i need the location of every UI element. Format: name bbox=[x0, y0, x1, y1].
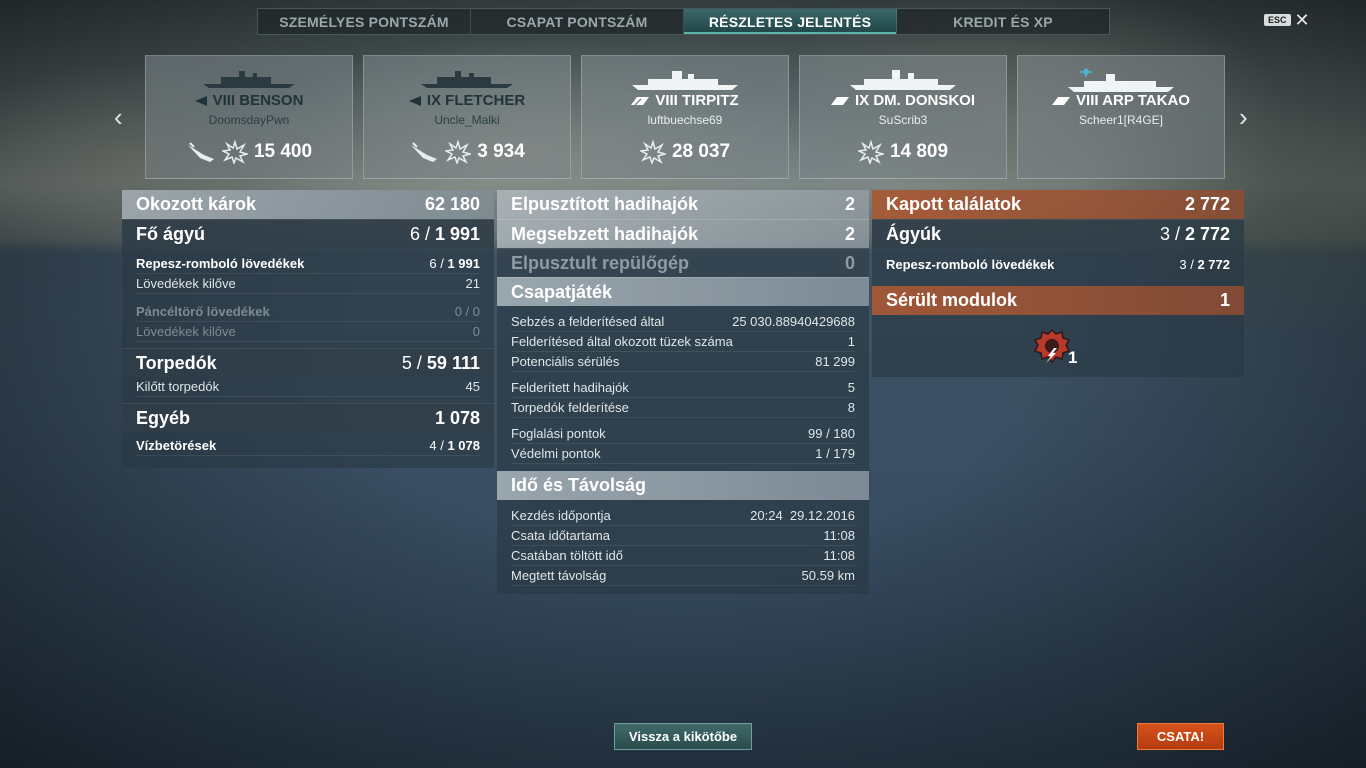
ships-destroyed-row: Elpusztított hadihajók 2 bbox=[497, 190, 869, 219]
destroyer-class-icon bbox=[408, 95, 421, 106]
torpedo-hit-icon bbox=[187, 142, 214, 162]
player-name: Scheer1[R4GE] bbox=[1078, 113, 1164, 127]
received-hits-panel: Kapott találatok 2 772 Ágyúk 3 / 2 772 R… bbox=[872, 190, 1244, 377]
ship-silhouette-icon bbox=[203, 71, 295, 88]
damage-dealt-header: Okozott károk 62 180 bbox=[122, 190, 494, 219]
ship-cards: VIII BENSON DoomsdayPwn 15 400 IX FLETCH… bbox=[145, 55, 1225, 179]
ships-damaged-row: Megsebzett hadihajók 2 bbox=[497, 219, 869, 248]
damaged-modules-area: 1 bbox=[872, 315, 1244, 377]
player-name: luftbuechse69 bbox=[647, 113, 723, 127]
battleship-class-icon bbox=[631, 96, 650, 106]
ship-name: VIII TIRPITZ bbox=[655, 92, 739, 109]
received-hits-header: Kapott találatok 2 772 bbox=[872, 190, 1244, 219]
esc-key-hint: ESC bbox=[1264, 14, 1291, 26]
ap-shells-row: Páncéltörő lövedékek 0 / 0 bbox=[136, 302, 480, 322]
main-gun-row: Fő ágyú 6 / 1 991 bbox=[122, 219, 494, 248]
damage-dealt-panel: Okozott károk 62 180 Fő ágyú 6 / 1 991 R… bbox=[122, 190, 494, 468]
torps-fired-row: Kilőtt torpedók 45 bbox=[136, 377, 480, 397]
list-item: Megtett távolság 50.59 km bbox=[511, 566, 855, 586]
tab-credits-xp[interactable]: KREDIT ÉS XP bbox=[897, 9, 1109, 34]
list-item: Torpedók felderítése 8 bbox=[511, 398, 855, 418]
report-tabs: SZEMÉLYES PONTSZÁM CSAPAT PONTSZÁM RÉSZL… bbox=[257, 8, 1110, 35]
shells-fired-row: Lövedékek kilőve 21 bbox=[136, 274, 480, 294]
tab-team-score[interactable]: CSAPAT PONTSZÁM bbox=[471, 9, 684, 34]
ship-silhouette-icon bbox=[632, 71, 738, 90]
damage-value: 14 809 bbox=[889, 141, 949, 162]
cruiser-class-icon bbox=[1052, 96, 1071, 105]
damage-value: 28 037 bbox=[671, 141, 731, 162]
ship-name: VIII BENSON bbox=[212, 92, 304, 109]
ship-silhouette-icon bbox=[850, 70, 956, 90]
damage-value: 15 400 bbox=[253, 141, 313, 162]
list-item: Sebzés a felderítésed által 25 030.889404… bbox=[511, 312, 855, 332]
explosion-icon bbox=[857, 140, 884, 164]
torpedo-hit-icon bbox=[411, 142, 438, 162]
time-distance-list: Kezdés időpontja 20:24 29.12.2016 Csata i… bbox=[497, 500, 869, 594]
list-item: Csata időtartama 11:08 bbox=[511, 526, 855, 546]
close-control[interactable]: ESC ✕ bbox=[1264, 11, 1310, 29]
ap-fired-row: Lövedékek kilőve 0 bbox=[136, 322, 480, 342]
list-item: Potenciális sérülés 81 299 bbox=[511, 352, 855, 372]
he-received-row: Repesz-romboló lövedékek 3 / 2 772 bbox=[886, 256, 1230, 272]
list-item: Felderített hadihajók 5 bbox=[511, 378, 855, 398]
return-to-port-button[interactable]: Vissza a kikötőbe bbox=[614, 723, 752, 750]
ship-card-tirpitz[interactable]: VIII TIRPITZ luftbuechse69 28 037 bbox=[581, 55, 789, 179]
destroyer-class-icon bbox=[194, 95, 207, 106]
teamplay-list: Sebzés a felderítésed által 25 030.889404… bbox=[497, 306, 869, 471]
ship-card-benson[interactable]: VIII BENSON DoomsdayPwn 15 400 bbox=[145, 55, 353, 179]
guns-received-row: Ágyúk 3 / 2 772 bbox=[872, 219, 1244, 248]
planes-destroyed-row: Elpusztult repülőgép 0 bbox=[497, 248, 869, 277]
flooding-row: Vízbetörések 4 / 1 078 bbox=[136, 436, 480, 456]
damaged-modules-header: Sérült modulok 1 bbox=[872, 286, 1244, 315]
ship-card-fletcher[interactable]: IX FLETCHER Uncle_Malki 3 934 bbox=[363, 55, 571, 179]
damaged-module-count: 1 bbox=[1068, 348, 1078, 367]
next-arrow-icon[interactable]: › bbox=[1239, 104, 1248, 130]
cruiser-class-icon bbox=[830, 96, 849, 105]
he-shells-row: Repesz-romboló lövedékek 6 / 1 991 bbox=[136, 254, 480, 274]
other-damage-row: Egyéb 1 078 bbox=[122, 403, 494, 432]
time-distance-header: Idő és Távolság bbox=[497, 471, 869, 500]
damage-value: 3 934 bbox=[477, 141, 525, 162]
teamplay-header: Csapatjáték bbox=[497, 277, 869, 306]
ship-card-takao[interactable]: VIII ARP TAKAO Scheer1[R4GE] bbox=[1017, 55, 1225, 179]
battle-button[interactable]: CSATA! bbox=[1137, 723, 1224, 750]
ship-silhouette-icon bbox=[421, 71, 513, 88]
list-item: Kezdés időpontja 20:24 29.12.2016 bbox=[511, 506, 855, 526]
ship-card-donskoi[interactable]: IX DM. DONSKOI SuScrib3 14 809 bbox=[799, 55, 1007, 179]
list-item: Foglalási pontok 99 / 180 bbox=[511, 424, 855, 444]
torpedoes-row: Torpedók 5 / 59 111 bbox=[122, 348, 494, 377]
list-item: Védelmi pontok 1 / 179 bbox=[511, 444, 855, 464]
explosion-icon bbox=[221, 140, 248, 164]
explosion-icon bbox=[639, 140, 666, 164]
player-name: SuScrib3 bbox=[878, 113, 928, 127]
ship-name: IX DM. DONSKOI bbox=[854, 92, 975, 109]
list-item: Csatában töltött idő 11:08 bbox=[511, 546, 855, 566]
player-name: DoomsdayPwn bbox=[208, 113, 290, 127]
tab-detailed-report[interactable]: RÉSZLETES JELENTÉS bbox=[684, 9, 897, 34]
player-name: Uncle_Malki bbox=[434, 113, 500, 127]
damaged-engine-icon bbox=[1033, 328, 1071, 364]
ship-silhouette-icon bbox=[1068, 68, 1174, 92]
prev-arrow-icon[interactable]: ‹ bbox=[114, 104, 123, 130]
kills-panel: Elpusztított hadihajók 2 Megsebzett hadi… bbox=[497, 190, 869, 594]
tab-personal-score[interactable]: SZEMÉLYES PONTSZÁM bbox=[258, 9, 471, 34]
explosion-icon bbox=[445, 140, 472, 164]
list-item: Felderítésed által okozott tüzek száma 1 bbox=[511, 332, 855, 352]
ship-name: VIII ARP TAKAO bbox=[1076, 92, 1190, 109]
ship-name: IX FLETCHER bbox=[426, 92, 526, 109]
close-icon[interactable]: ✕ bbox=[1295, 11, 1310, 29]
